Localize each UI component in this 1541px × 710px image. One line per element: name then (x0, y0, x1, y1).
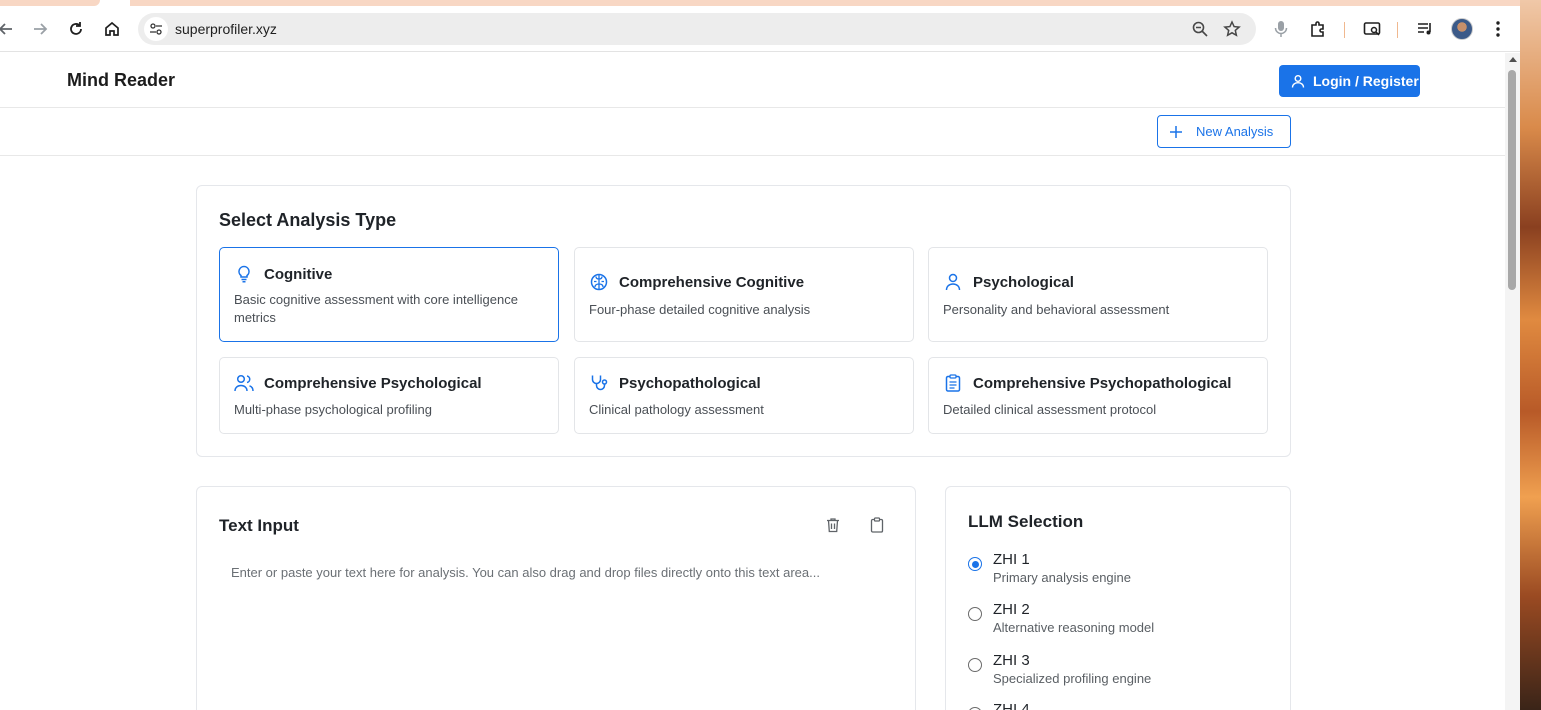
text-input-card: Text Input Enter or paste your text here… (196, 486, 916, 710)
stethoscope-icon (589, 373, 609, 393)
address-bar[interactable]: superprofiler.xyz (138, 13, 1256, 45)
url-text[interactable]: superprofiler.xyz (175, 21, 277, 37)
login-register-label: Login / Register (1313, 73, 1419, 89)
llm-option-name: ZHI 1 (993, 551, 1030, 568)
new-analysis-button[interactable]: New Analysis (1157, 115, 1291, 148)
toolbar-separator (1344, 22, 1345, 38)
profile-avatar[interactable] (1451, 18, 1473, 40)
type-card-desc: Basic cognitive assessment with core int… (234, 292, 518, 325)
type-card-title: Psychological (973, 273, 1074, 291)
more-menu-icon[interactable] (1486, 17, 1510, 41)
users-icon (234, 373, 254, 393)
radio-button[interactable] (968, 658, 982, 672)
type-card-comprehensive-psychopathological[interactable]: Comprehensive Psychopathological Detaile… (928, 357, 1268, 434)
type-card-title: Comprehensive Psychological (264, 374, 482, 392)
media-control-icon[interactable] (1413, 17, 1437, 41)
clipboard-paste-icon[interactable] (866, 514, 888, 536)
brain-icon (589, 272, 609, 292)
type-card-desc: Clinical pathology assessment (589, 402, 764, 417)
scroll-up-arrow-icon[interactable] (1509, 57, 1517, 62)
analysis-type-title: Select Analysis Type (219, 210, 397, 230)
desktop-wallpaper (1520, 0, 1541, 710)
extensions-icon[interactable] (1306, 17, 1330, 41)
llm-option-desc: Primary analysis engine (993, 570, 1132, 585)
user-icon (943, 272, 963, 292)
analysis-type-card: Select Analysis Type Cognitive Basic cog… (196, 185, 1291, 457)
type-card-title: Comprehensive Cognitive (619, 273, 805, 291)
back-icon[interactable] (0, 17, 18, 41)
reload-icon[interactable] (64, 17, 88, 41)
llm-selection-card: LLM Selection ZHI 1 Primary analysis eng… (945, 486, 1291, 710)
type-card-desc: Detailed clinical assessment protocol (943, 402, 1157, 417)
type-card-title: Cognitive (264, 265, 333, 283)
llm-option-desc: Specialized profiling engine (993, 671, 1152, 686)
action-bar: New Analysis (0, 108, 1505, 156)
llm-option-name: ZHI 4 (993, 701, 1030, 710)
page-scrollbar[interactable] (1505, 53, 1520, 710)
llm-option-name: ZHI 3 (993, 652, 1030, 669)
forward-icon[interactable] (28, 17, 52, 41)
toolbar-separator (1397, 22, 1398, 38)
type-card-desc: Personality and behavioral assessment (943, 302, 1170, 317)
home-icon[interactable] (100, 17, 124, 41)
text-input-title: Text Input (219, 516, 299, 535)
type-card-title: Psychopathological (619, 374, 761, 392)
brand-title: Mind Reader (67, 70, 176, 90)
zoom-icon[interactable] (1188, 17, 1212, 41)
llm-option-name: ZHI 2 (993, 601, 1030, 618)
type-card-psychological[interactable]: Psychological Personality and behavioral… (928, 247, 1268, 342)
text-input-area[interactable]: Enter or paste your text here for analys… (231, 565, 820, 580)
browser-toolbar: superprofiler.xyz (0, 6, 1520, 52)
llm-selection-title: LLM Selection (968, 512, 1084, 531)
reading-mode-icon[interactable] (1360, 17, 1384, 41)
plus-icon (1170, 125, 1182, 138)
type-card-title: Comprehensive Psychopathological (973, 374, 1232, 392)
new-analysis-label: New Analysis (1196, 124, 1274, 139)
lightbulb-icon (234, 264, 254, 284)
type-card-comprehensive-psychological[interactable]: Comprehensive Psychological Multi-phase … (219, 357, 559, 434)
clipboard-icon (943, 373, 963, 393)
scroll-thumb[interactable] (1508, 70, 1516, 290)
bookmark-star-icon[interactable] (1220, 17, 1244, 41)
user-icon (1291, 75, 1305, 88)
login-register-button[interactable]: Login / Register (1279, 65, 1420, 97)
type-card-psychopathological[interactable]: Psychopathological Clinical pathology as… (574, 357, 914, 434)
radio-button-selected[interactable] (968, 557, 982, 571)
type-card-desc: Multi-phase psychological profiling (234, 402, 432, 417)
type-card-cognitive[interactable]: Cognitive Basic cognitive assessment wit… (219, 247, 559, 342)
site-info-icon[interactable] (144, 17, 168, 41)
trash-icon[interactable] (822, 514, 844, 536)
type-card-comprehensive-cognitive[interactable]: Comprehensive Cognitive Four-phase detai… (574, 247, 914, 342)
radio-button[interactable] (968, 607, 982, 621)
app-header: Mind Reader Login / Register (0, 53, 1505, 108)
type-card-desc: Four-phase detailed cognitive analysis (589, 302, 811, 317)
llm-option-desc: Alternative reasoning model (993, 620, 1155, 635)
microphone-icon[interactable] (1269, 17, 1293, 41)
